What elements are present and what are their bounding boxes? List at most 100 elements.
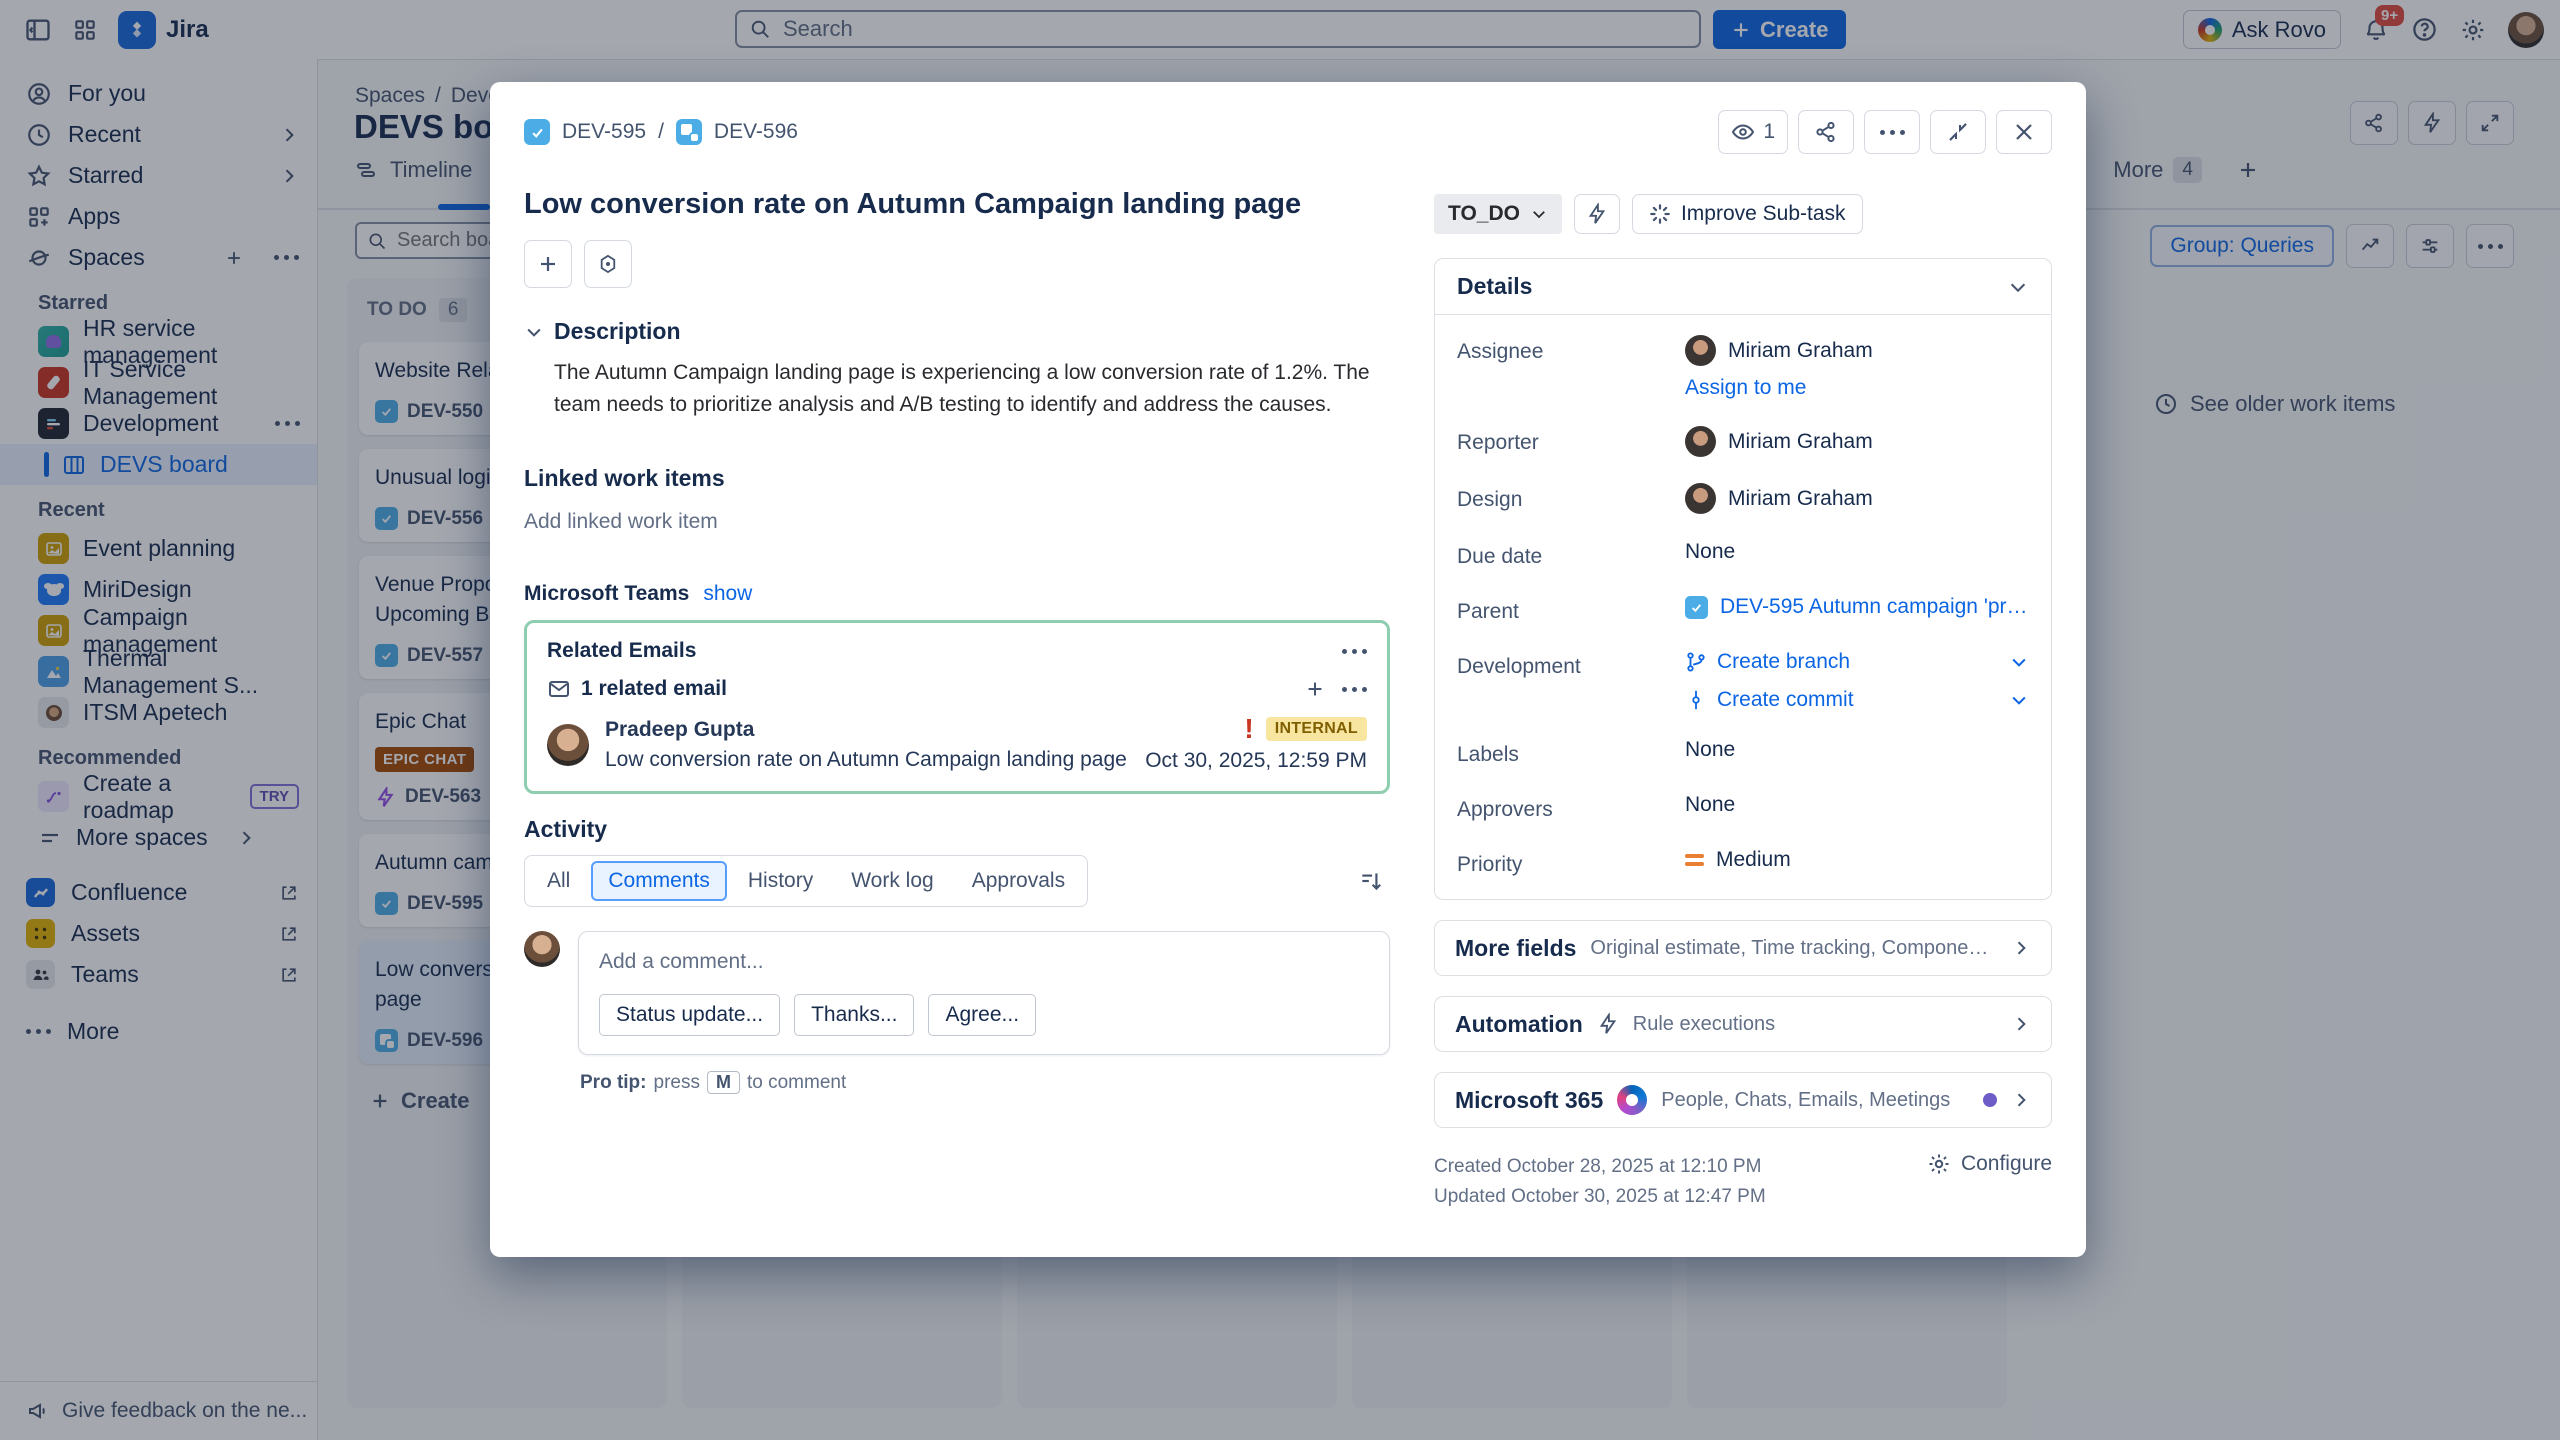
linked-items-heading: Linked work items <box>524 465 1390 492</box>
chevron-down-icon <box>1530 205 1548 223</box>
breadcrumb-current-key[interactable]: DEV-596 <box>714 120 798 144</box>
microsoft-365-card[interactable]: Microsoft 365 People, Chats, Emails, Mee… <box>1434 1072 2052 1128</box>
close-modal-button[interactable] <box>1996 110 2052 154</box>
field-label-assignee: Assignee <box>1457 335 1685 364</box>
current-user-avatar <box>524 931 560 967</box>
branch-icon <box>1685 651 1707 673</box>
add-linked-item[interactable]: Add linked work item <box>524 506 1390 538</box>
chevron-down-icon[interactable] <box>2009 652 2029 672</box>
envelope-icon <box>547 677 571 701</box>
subtask-icon <box>676 119 702 145</box>
chevron-down-icon <box>2007 276 2029 298</box>
configure-button[interactable]: Configure <box>1927 1152 2052 1176</box>
chevron-right-icon <box>2011 1014 2031 1034</box>
teams-show-link[interactable]: show <box>703 582 752 606</box>
lightning-icon <box>1586 203 1608 225</box>
automation-card[interactable]: Automation Rule executions <box>1434 996 2052 1052</box>
status-dot <box>1983 1093 1997 1107</box>
modal-breadcrumb: DEV-595 / DEV-596 <box>524 119 798 145</box>
add-email-button[interactable] <box>1304 678 1326 700</box>
chevron-down-icon <box>524 322 544 342</box>
breadcrumb-parent-key[interactable]: DEV-595 <box>562 120 646 144</box>
comment-box[interactable]: Add a comment... Status update... Thanks… <box>578 931 1390 1055</box>
close-icon <box>2012 120 2036 144</box>
work-item-modal: DEV-595 / DEV-596 1 <box>490 82 2086 1257</box>
assignee-value[interactable]: Miriam Graham <box>1685 335 1873 366</box>
details-header[interactable]: Details <box>1435 259 2051 315</box>
pro-tip: Pro tip: press M to comment <box>580 1071 1390 1094</box>
field-label-labels: Labels <box>1457 738 1685 767</box>
tab-comments[interactable]: Comments <box>591 861 727 901</box>
apps-button[interactable] <box>584 240 632 288</box>
chevron-down-icon[interactable] <box>2009 690 2029 710</box>
activity-tabs: All Comments History Work log Approvals <box>524 855 1088 907</box>
field-label-development: Development <box>1457 650 1685 679</box>
quick-reply-status[interactable]: Status update... <box>599 994 780 1036</box>
lozenge-icon <box>596 252 620 276</box>
more-fields-card[interactable]: More fields Original estimate, Time trac… <box>1434 920 2052 976</box>
related-emails-more-button[interactable] <box>1342 649 1367 654</box>
reporter-avatar <box>1685 426 1716 457</box>
email-subject: Low conversion rate on Autumn Campaign l… <box>605 748 1127 772</box>
field-label-design: Design <box>1457 483 1685 512</box>
importance-icon: ! <box>1244 719 1253 739</box>
field-label-approvers: Approvers <box>1457 793 1685 822</box>
actions-lightning-button[interactable] <box>1574 194 1620 234</box>
share-button[interactable] <box>1798 110 1854 154</box>
field-label-parent: Parent <box>1457 595 1685 624</box>
created-timestamp: Created October 28, 2025 at 12:10 PM <box>1434 1152 1766 1182</box>
tab-all[interactable]: All <box>530 861 587 901</box>
priority-value[interactable]: Medium <box>1685 848 2029 872</box>
title-toolbar <box>524 240 1390 288</box>
internal-badge: INTERNAL <box>1266 717 1367 741</box>
due-date-value[interactable]: None <box>1685 540 2029 564</box>
tab-history[interactable]: History <box>731 861 830 901</box>
email-row[interactable]: Pradeep Gupta Low conversion rate on Aut… <box>547 717 1367 773</box>
status-dropdown[interactable]: TO_DO <box>1434 194 1562 234</box>
improve-subtask-button[interactable]: Improve Sub-task <box>1632 194 1863 234</box>
lightning-icon <box>1597 1013 1619 1035</box>
watchers-button[interactable]: 1 <box>1718 110 1788 154</box>
approvers-value[interactable]: None <box>1685 793 2029 817</box>
sort-icon <box>1358 868 1384 894</box>
chevron-right-icon <box>2011 938 2031 958</box>
tab-approvals[interactable]: Approvals <box>955 861 1082 901</box>
parent-value[interactable]: DEV-595 Autumn campaign 'product <box>1685 595 2029 619</box>
quick-reply-thanks[interactable]: Thanks... <box>794 994 914 1036</box>
priority-medium-icon <box>1685 854 1704 866</box>
add-button[interactable] <box>524 240 572 288</box>
description-text[interactable]: The Autumn Campaign landing page is expe… <box>554 357 1390 421</box>
create-commit-row[interactable]: Create commit <box>1685 688 2029 712</box>
parent-link[interactable]: DEV-595 Autumn campaign 'product <box>1720 595 2029 619</box>
work-item-title[interactable]: Low conversion rate on Autumn Campaign l… <box>524 184 1390 224</box>
field-label-reporter: Reporter <box>1457 426 1685 455</box>
assign-to-me-link[interactable]: Assign to me <box>1685 376 1806 400</box>
modal-more-button[interactable] <box>1864 110 1920 154</box>
description-section[interactable]: Description <box>524 318 1390 345</box>
reporter-value[interactable]: Miriam Graham <box>1685 426 1873 457</box>
email-date: Oct 30, 2025, 12:59 PM <box>1145 749 1367 773</box>
eye-icon <box>1731 120 1755 144</box>
field-label-due-date: Due date <box>1457 540 1685 569</box>
collapse-icon <box>1946 120 1970 144</box>
quick-reply-agree[interactable]: Agree... <box>928 994 1036 1036</box>
create-branch-row[interactable]: Create branch <box>1685 650 2029 674</box>
design-value[interactable]: Miriam Graham <box>1685 483 1873 514</box>
collapse-modal-button[interactable] <box>1930 110 1986 154</box>
task-icon <box>1685 596 1708 619</box>
related-email-count: 1 related email <box>547 677 727 701</box>
keyboard-shortcut-m: M <box>707 1071 740 1094</box>
sparkle-icon <box>1649 203 1671 225</box>
details-panel: Details Assignee Miriam Graham Assign to… <box>1434 258 2052 900</box>
commit-icon <box>1685 689 1707 711</box>
email-list-more-button[interactable] <box>1342 687 1367 692</box>
chevron-right-icon <box>2011 1090 2031 1110</box>
design-avatar <box>1685 483 1716 514</box>
labels-value[interactable]: None <box>1685 738 2029 762</box>
updated-timestamp: Updated October 30, 2025 at 12:47 PM <box>1434 1182 1766 1212</box>
comment-placeholder[interactable]: Add a comment... <box>599 950 1369 974</box>
sort-order-button[interactable] <box>1358 868 1384 894</box>
tab-work-log[interactable]: Work log <box>834 861 950 901</box>
quick-replies: Status update... Thanks... Agree... <box>599 994 1369 1036</box>
microsoft-365-icon <box>1617 1085 1647 1115</box>
